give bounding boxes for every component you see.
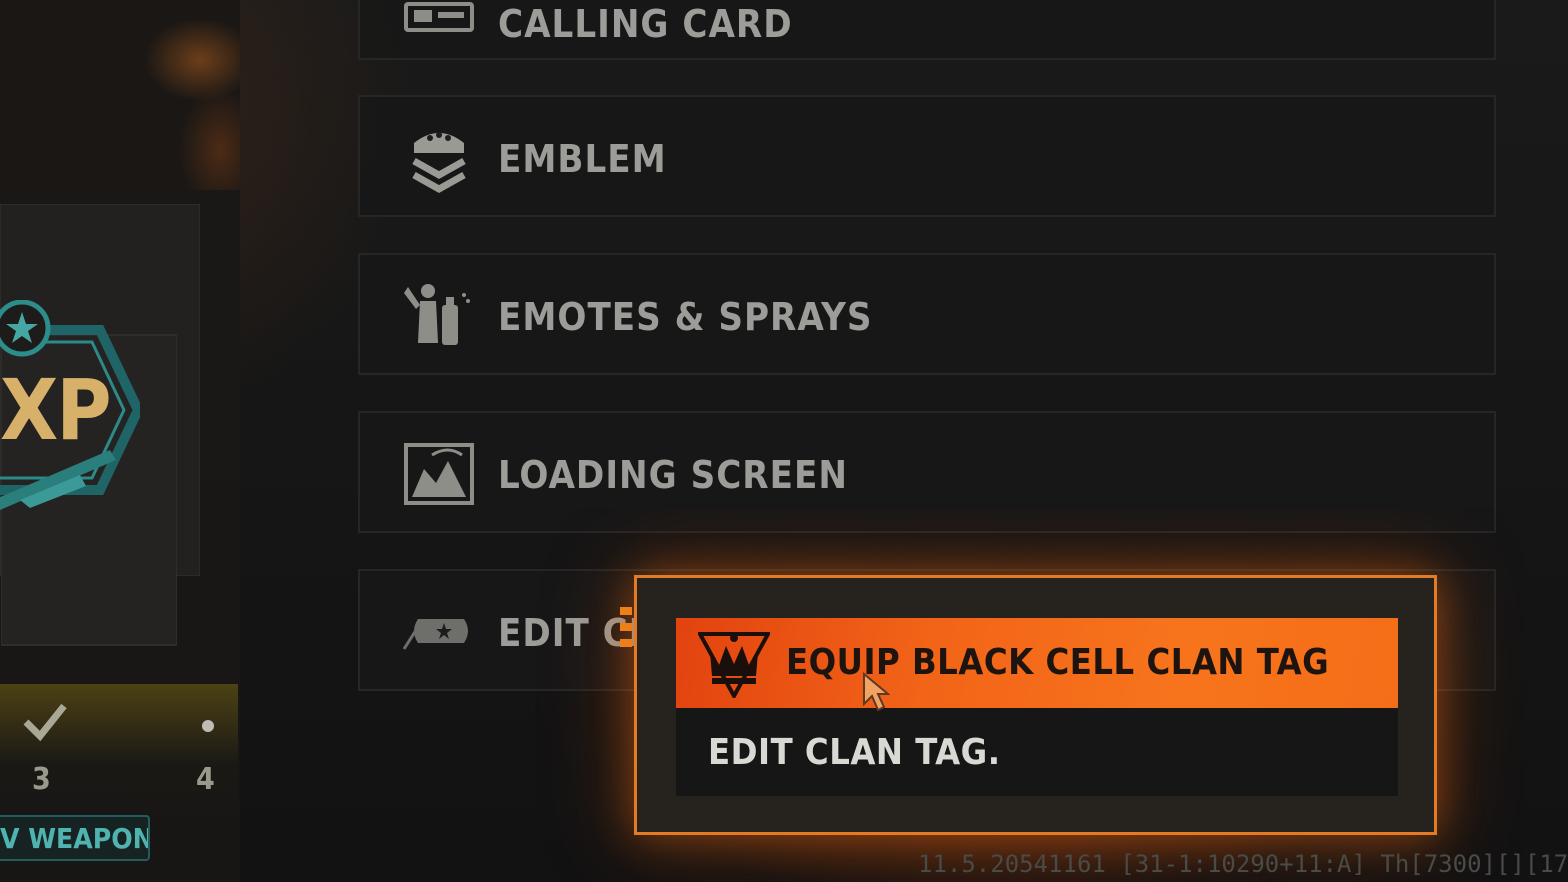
xp-label: XP [0, 361, 112, 459]
equip-black-cell-clan-tag-button[interactable]: EQUIP BLACK CELL CLAN TAG [676, 618, 1398, 708]
operator-art [0, 0, 240, 190]
calling-card-icon [404, 2, 474, 32]
emote-icon [404, 284, 470, 345]
crown-icon [698, 632, 770, 698]
screen: XP 3 4 V WEAPON CALLING CARD EMBLEM EMOT… [0, 0, 1568, 882]
check-icon [23, 703, 67, 742]
selection-marker-icon [620, 607, 632, 647]
menu-item-emotes-sprays[interactable]: EMOTES & SPRAYS [358, 253, 1496, 375]
menu-item-label: EMBLEM [498, 137, 667, 181]
clan-tag-icon [402, 619, 468, 650]
menu-item-calling-card[interactable]: CALLING CARD [358, 0, 1496, 60]
menu-item-label: EMOTES & SPRAYS [498, 295, 873, 339]
emblem-icon [412, 132, 466, 193]
new-weapon-button[interactable]: V WEAPON [0, 815, 150, 861]
clan-tag-popup: EQUIP BLACK CELL CLAN TAG EDIT CLAN TAG. [634, 575, 1437, 835]
menu-item-label: LOADING SCREEN [498, 453, 848, 497]
step-4: 4 [196, 762, 215, 797]
menu-item-label: CALLING CARD [498, 2, 793, 46]
left-panel: XP 3 4 V WEAPON [0, 0, 240, 882]
popup-options: EQUIP BLACK CELL CLAN TAG EDIT CLAN TAG. [676, 618, 1398, 796]
dot-icon [202, 720, 214, 732]
mouse-cursor-icon [863, 672, 890, 712]
menu-item-emblem[interactable]: EMBLEM [358, 95, 1496, 217]
step-3: 3 [32, 762, 51, 797]
edit-label: EDIT CLAN TAG. [708, 732, 1001, 773]
menu-item-loading-screen[interactable]: LOADING SCREEN [358, 411, 1496, 533]
build-info: 11.5.20541161 [31-1:10290+11:A] Th[7300]… [918, 850, 1568, 878]
loading-screen-icon [404, 443, 474, 505]
edit-clan-tag-button[interactable]: EDIT CLAN TAG. [676, 708, 1398, 796]
